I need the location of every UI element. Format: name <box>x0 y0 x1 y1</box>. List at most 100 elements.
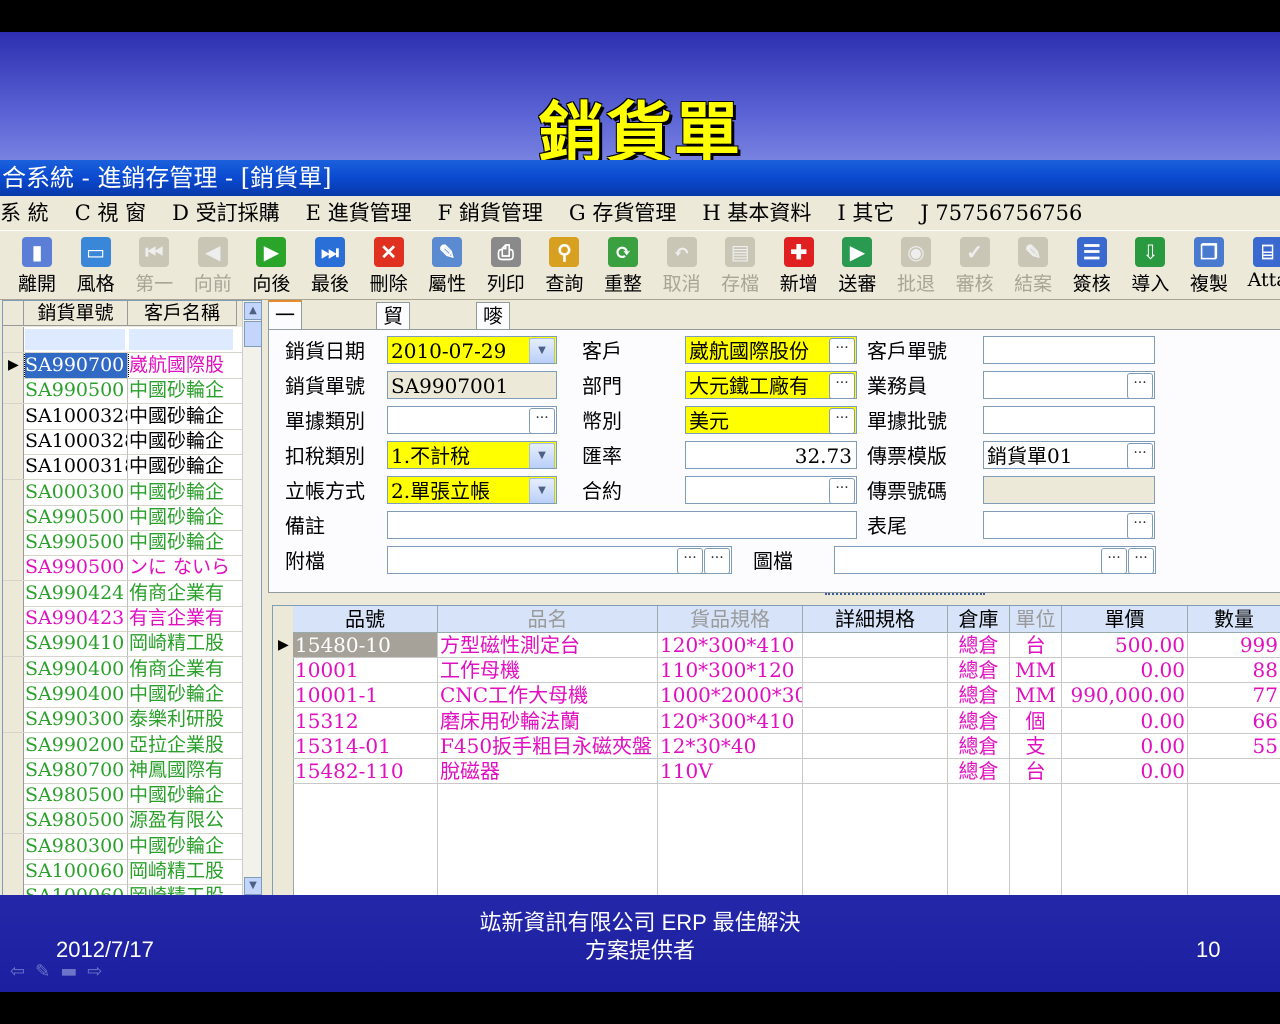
grid-cell-name[interactable]: 工作母機 <box>438 658 658 684</box>
toolbar-button-12[interactable]: ▤ 存檔 <box>711 233 769 297</box>
grid-cell-spec[interactable]: 110*300*120 <box>658 658 803 684</box>
list-item[interactable]: SA990500 ンに ないら <box>3 555 243 582</box>
tab-trade[interactable]: 貿易資料 <box>376 302 410 406</box>
table-row[interactable]: 15314-01 F450扳手粗目永磁夾盤 12*30*40 總倉支 0.00 55 <box>273 733 1280 759</box>
account-method-select[interactable]: 2.單張立帳 ▼ <box>387 476 557 504</box>
salesperson-field[interactable]: ··· <box>983 371 1155 399</box>
grid-header-name[interactable]: 品名 <box>438 606 658 633</box>
table-row[interactable]: 15312 磨床用砂輪法蘭 120*300*410 總倉個 0.00 66 <box>273 708 1280 734</box>
toolbar-button-7[interactable]: ✎ 屬性 <box>418 233 476 297</box>
filter-sale-no-cell[interactable] <box>25 329 125 350</box>
list-header-customer[interactable]: 客戶名稱 <box>128 301 237 326</box>
grid-cell-unit[interactable]: 台 <box>1010 759 1062 784</box>
list-item[interactable]: SA990423 有言企業有 <box>3 606 243 632</box>
sales-order-list[interactable]: 銷貨單號 客戶名稱 ▶ SA990700 崴航國際股 SA990500 中國砂輪企 SA1… <box>2 300 262 895</box>
list-item[interactable]: SA990500 中國砂輪企 <box>3 504 243 531</box>
back-arrow-icon[interactable]: ⇦ <box>10 961 35 982</box>
sale-no-field[interactable]: SA9907001 <box>387 371 557 399</box>
list-item[interactable]: SA990400 中國砂輪企 <box>3 681 243 708</box>
grid-cell-price[interactable]: 0.00 <box>1062 733 1188 759</box>
scroll-thumb[interactable] <box>244 321 261 347</box>
list-item[interactable]: SA100060岡崎精工股 <box>3 859 243 885</box>
list-item[interactable]: SA990410 岡崎精工股 <box>3 631 243 658</box>
ellipsis-icon[interactable]: ··· <box>1128 548 1154 573</box>
grid-cell-name[interactable]: F450扳手粗目永磁夾盤 <box>438 733 658 759</box>
list-item[interactable]: SA980500 源盈有限公 <box>3 808 243 835</box>
list-item[interactable]: SA000300 中國砂輪企 <box>3 479 243 506</box>
list-item[interactable]: SA980700 神鳳國際有 <box>3 757 243 784</box>
list-item[interactable]: SA1000328 中國砂輪企 <box>3 428 243 455</box>
grid-header-detail[interactable]: 詳細規格 <box>803 606 948 633</box>
toolbar-button-16[interactable]: ✓ 審核 <box>946 233 1004 297</box>
ellipsis-icon[interactable]: ··· <box>829 338 855 363</box>
table-row[interactable]: 15482-110 脫磁器 110V 總倉台 0.00 <box>273 759 1280 784</box>
menu-item-0[interactable]: 系 統 <box>0 198 49 228</box>
grid-cell-name[interactable]: 脫磁器 <box>438 759 658 784</box>
detail-grid[interactable]: 品號 品名 貨品規格 詳細規格 倉庫 單位 單價 數量 ▶ 15480-10 方型磁性測定台 120… <box>272 605 1280 895</box>
grid-cell-wh[interactable]: 總倉 <box>948 633 1010 658</box>
list-vertical-scrollbar[interactable]: ▲ ▼ <box>242 301 261 895</box>
grid-cell-price[interactable]: 0.00 <box>1062 708 1188 734</box>
pen-icon[interactable]: ✎ <box>35 961 60 982</box>
menu-icon[interactable]: ▬ <box>60 961 87 982</box>
grid-cell-wh[interactable]: 總倉 <box>948 759 1010 784</box>
grid-cell-qty[interactable]: 77 <box>1188 683 1280 709</box>
tab-marks[interactable]: 嘜頭 <box>476 302 510 354</box>
voucher-no-field[interactable] <box>983 476 1155 504</box>
grid-cell-qty[interactable] <box>1188 759 1280 784</box>
grid-cell-spec[interactable]: 120*300*410 <box>658 708 803 734</box>
toolbar-button-14[interactable]: ▶ 送審 <box>828 233 886 297</box>
grid-cell-qty[interactable]: 66 <box>1188 709 1280 734</box>
grid-cell-code[interactable]: 15480-10 <box>293 633 438 658</box>
grid-cell-detail[interactable] <box>803 708 948 734</box>
remark-field[interactable] <box>387 511 857 539</box>
toolbar-button-6[interactable]: ✕ 刪除 <box>360 233 418 297</box>
grid-cell-spec[interactable]: 110V <box>658 759 803 784</box>
grid-cell-code[interactable]: 15314-01 <box>293 733 438 759</box>
rate-field[interactable]: 32.73 <box>685 441 857 469</box>
grid-cell-code[interactable]: 10001 <box>293 658 438 684</box>
toolbar-button-1[interactable]: ▭ 風格 <box>67 233 125 297</box>
grid-cell-detail[interactable] <box>803 658 948 684</box>
ellipsis-icon[interactable]: ··· <box>1127 443 1153 468</box>
grid-header-qty[interactable]: 數量 <box>1188 606 1280 633</box>
image-field[interactable]: ··· ··· <box>834 546 1156 574</box>
list-item[interactable]: SA1000328 中國砂輪企 <box>3 403 243 430</box>
grid-cell-unit[interactable]: MM <box>1010 658 1062 684</box>
grid-cell-spec[interactable]: 120*300*410 <box>658 633 803 658</box>
grid-cell-price[interactable]: 0.00 <box>1062 658 1188 684</box>
toolbar-button-9[interactable]: ⚲ 查詢 <box>535 233 593 297</box>
grid-cell-wh[interactable]: 總倉 <box>948 683 1010 709</box>
toolbar-button-2[interactable]: ⏮ 第一 <box>125 233 183 297</box>
list-item[interactable]: SA980500 中國砂輪企 <box>3 783 243 810</box>
toolbar-button-13[interactable]: ✚ 新增 <box>770 233 828 297</box>
ellipsis-icon[interactable]: ··· <box>529 408 555 433</box>
scroll-up-arrow-icon[interactable]: ▲ <box>244 302 261 320</box>
forward-arrow-icon[interactable]: ⇨ <box>87 961 112 982</box>
list-item[interactable]: SA990300 泰樂利研股 <box>3 707 243 734</box>
menu-item-4[interactable]: F 銷貨管理 <box>438 198 543 228</box>
list-item[interactable]: ▶ SA990700 崴航國際股 <box>3 353 243 379</box>
ellipsis-icon[interactable]: ··· <box>704 548 730 573</box>
doc-type-field[interactable]: ··· <box>387 406 557 434</box>
grid-cell-price[interactable]: 0.00 <box>1062 759 1188 784</box>
list-item[interactable]: SA990500 中國砂輪企 <box>3 530 243 557</box>
grid-header-wh[interactable]: 倉庫 <box>948 606 1010 633</box>
customer-field[interactable]: 崴航國際股份 ··· <box>685 336 857 364</box>
grid-header-code[interactable]: 品號 <box>293 606 438 633</box>
grid-header-unit[interactable]: 單位 <box>1010 606 1062 633</box>
toolbar-button-20[interactable]: ❐ 複製 <box>1180 233 1238 297</box>
menu-item-3[interactable]: E 進貨管理 <box>306 198 412 228</box>
grid-cell-price[interactable]: 990,000.00 <box>1062 683 1188 709</box>
footer-field[interactable]: ··· <box>983 511 1155 539</box>
grid-cell-wh[interactable]: 總倉 <box>948 658 1010 684</box>
table-row[interactable]: 10001 工作母機 110*300*120 總倉 MM 0.00 88 <box>273 658 1280 684</box>
grid-cell-unit[interactable]: MM <box>1010 683 1062 709</box>
grid-cell-unit[interactable]: 台 <box>1010 633 1062 658</box>
menu-item-5[interactable]: G 存貨管理 <box>569 198 676 228</box>
grid-cell-unit[interactable]: 個 <box>1010 708 1062 734</box>
ellipsis-icon[interactable]: ··· <box>829 408 855 433</box>
list-item[interactable]: SA990424 侑商企業有 <box>3 580 243 607</box>
doc-batch-field[interactable] <box>983 406 1155 434</box>
toolbar-button-17[interactable]: ✎ 結案 <box>1004 233 1062 297</box>
